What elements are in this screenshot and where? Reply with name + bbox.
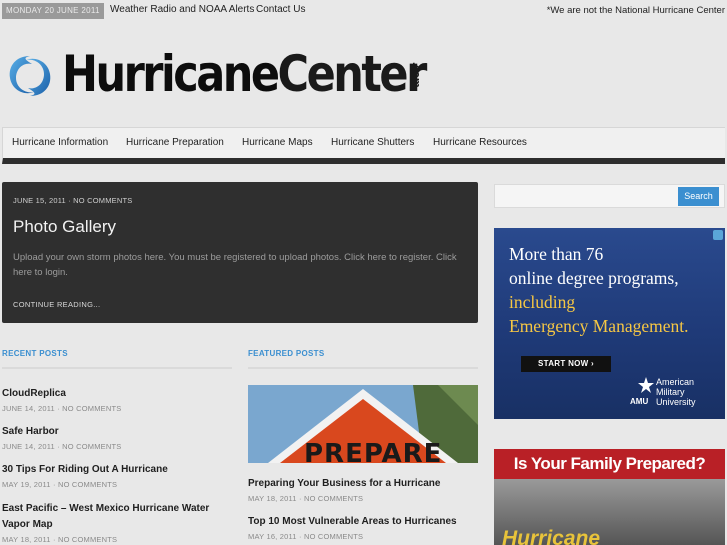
post-meta: MAY 16, 2011 · NO COMMENTS [248, 532, 364, 541]
list-item: Safe Harbor JUNE 14, 2011 · NO COMMENTS [2, 424, 232, 451]
list-item: 30 Tips For Riding Out A Hurricane MAY 1… [2, 462, 232, 489]
nav-item-hurricane-information[interactable]: Hurricane Information [12, 137, 108, 148]
article-title[interactable]: Photo Gallery [13, 217, 116, 237]
nav-item-hurricane-preparation[interactable]: Hurricane Preparation [126, 137, 224, 148]
list-item: East Pacific – West Mexico Hurricane Wat… [2, 501, 232, 544]
logo-com-suffix: .com [410, 62, 422, 88]
ad-line-4: Emergency Management. [509, 316, 689, 336]
search-input[interactable] [499, 188, 674, 204]
recent-posts-heading: RECENT POSTS [2, 349, 68, 358]
recent-posts-divider [2, 367, 232, 369]
post-meta: MAY 18, 2011 · NO COMMENTS [2, 535, 118, 544]
org-line-3: University [656, 397, 696, 407]
article-meta: JUNE 15, 2011 · NO COMMENTS [13, 196, 133, 205]
post-meta: MAY 19, 2011 · NO COMMENTS [2, 480, 118, 489]
hurricane-swirl-icon [9, 56, 51, 96]
main-nav: Hurricane Information Hurricane Preparat… [2, 127, 725, 164]
featured-posts-heading: FEATURED POSTS [248, 349, 325, 358]
post-meta: MAY 18, 2011 · NO COMMENTS [248, 494, 364, 503]
ad-line-1: More than 76 [509, 244, 604, 264]
list-item: CloudReplica JUNE 14, 2011 · NO COMMENTS [2, 386, 232, 413]
post-title-link[interactable]: 30 Tips For Riding Out A Hurricane [2, 462, 232, 478]
org-line-2: Military [656, 387, 685, 397]
start-now-button[interactable]: START NOW › [521, 356, 611, 372]
nav-item-hurricane-maps[interactable]: Hurricane Maps [242, 137, 313, 148]
amu-abbreviation: AMU [630, 397, 649, 406]
top-bar: MONDAY 20 JUNE 2011 Weather Radio and NO… [0, 0, 727, 22]
date-badge: MONDAY 20 JUNE 2011 [2, 3, 104, 19]
weather-radio-link[interactable]: Weather Radio and NOAA Alerts [110, 4, 254, 15]
list-item: Preparing Your Business for a Hurricane … [248, 476, 478, 503]
amu-advertisement[interactable]: More than 76 online degree programs, inc… [494, 228, 725, 419]
post-title-link[interactable]: Preparing Your Business for a Hurricane [248, 476, 478, 492]
logo-word-center: Center [277, 46, 428, 104]
list-item: Top 10 Most Vulnerable Areas to Hurrican… [248, 514, 478, 541]
ad2-subtext: Hurricane [502, 527, 601, 545]
post-title-link[interactable]: Top 10 Most Vulnerable Areas to Hurrican… [248, 514, 478, 530]
nav-item-hurricane-resources[interactable]: Hurricane Resources [433, 137, 527, 148]
disclaimer-text: *We are not the National Hurricane Cente… [546, 5, 725, 16]
search-button[interactable]: Search [678, 187, 719, 206]
logo-word-hurricane: Hurricane [62, 46, 280, 104]
family-prepared-advertisement[interactable]: Is Your Family Prepared? Hurricane [494, 449, 725, 545]
star-icon [638, 377, 654, 393]
post-title-link[interactable]: Safe Harbor [2, 424, 232, 440]
logo-wordmark: HurricaneCenter [62, 46, 428, 104]
featured-article: JUNE 15, 2011 · NO COMMENTS Photo Galler… [2, 182, 478, 323]
post-meta: JUNE 14, 2011 · NO COMMENTS [2, 404, 122, 413]
ad-line-3: including [509, 292, 576, 312]
continue-reading-link[interactable]: CONTINUE READING... [13, 300, 100, 309]
featured-posts-divider [248, 367, 478, 369]
featured-post-image[interactable]: PREPARE [248, 385, 478, 463]
prepare-sign-text: PREPARE [304, 439, 443, 463]
post-title-link[interactable]: East Pacific – West Mexico Hurricane Wat… [2, 501, 232, 533]
nav-item-hurricane-shutters[interactable]: Hurricane Shutters [331, 137, 414, 148]
org-line-1: American [656, 377, 695, 387]
ad2-headline: Is Your Family Prepared? [494, 449, 725, 479]
contact-us-link[interactable]: Contact Us [256, 4, 305, 15]
article-excerpt: Upload your own storm photos here. You m… [13, 252, 457, 278]
ad-info-icon[interactable] [713, 230, 723, 240]
post-title-link[interactable]: CloudReplica [2, 386, 232, 402]
ad-line-2: online degree programs, [509, 268, 679, 288]
post-meta: JUNE 14, 2011 · NO COMMENTS [2, 442, 122, 451]
